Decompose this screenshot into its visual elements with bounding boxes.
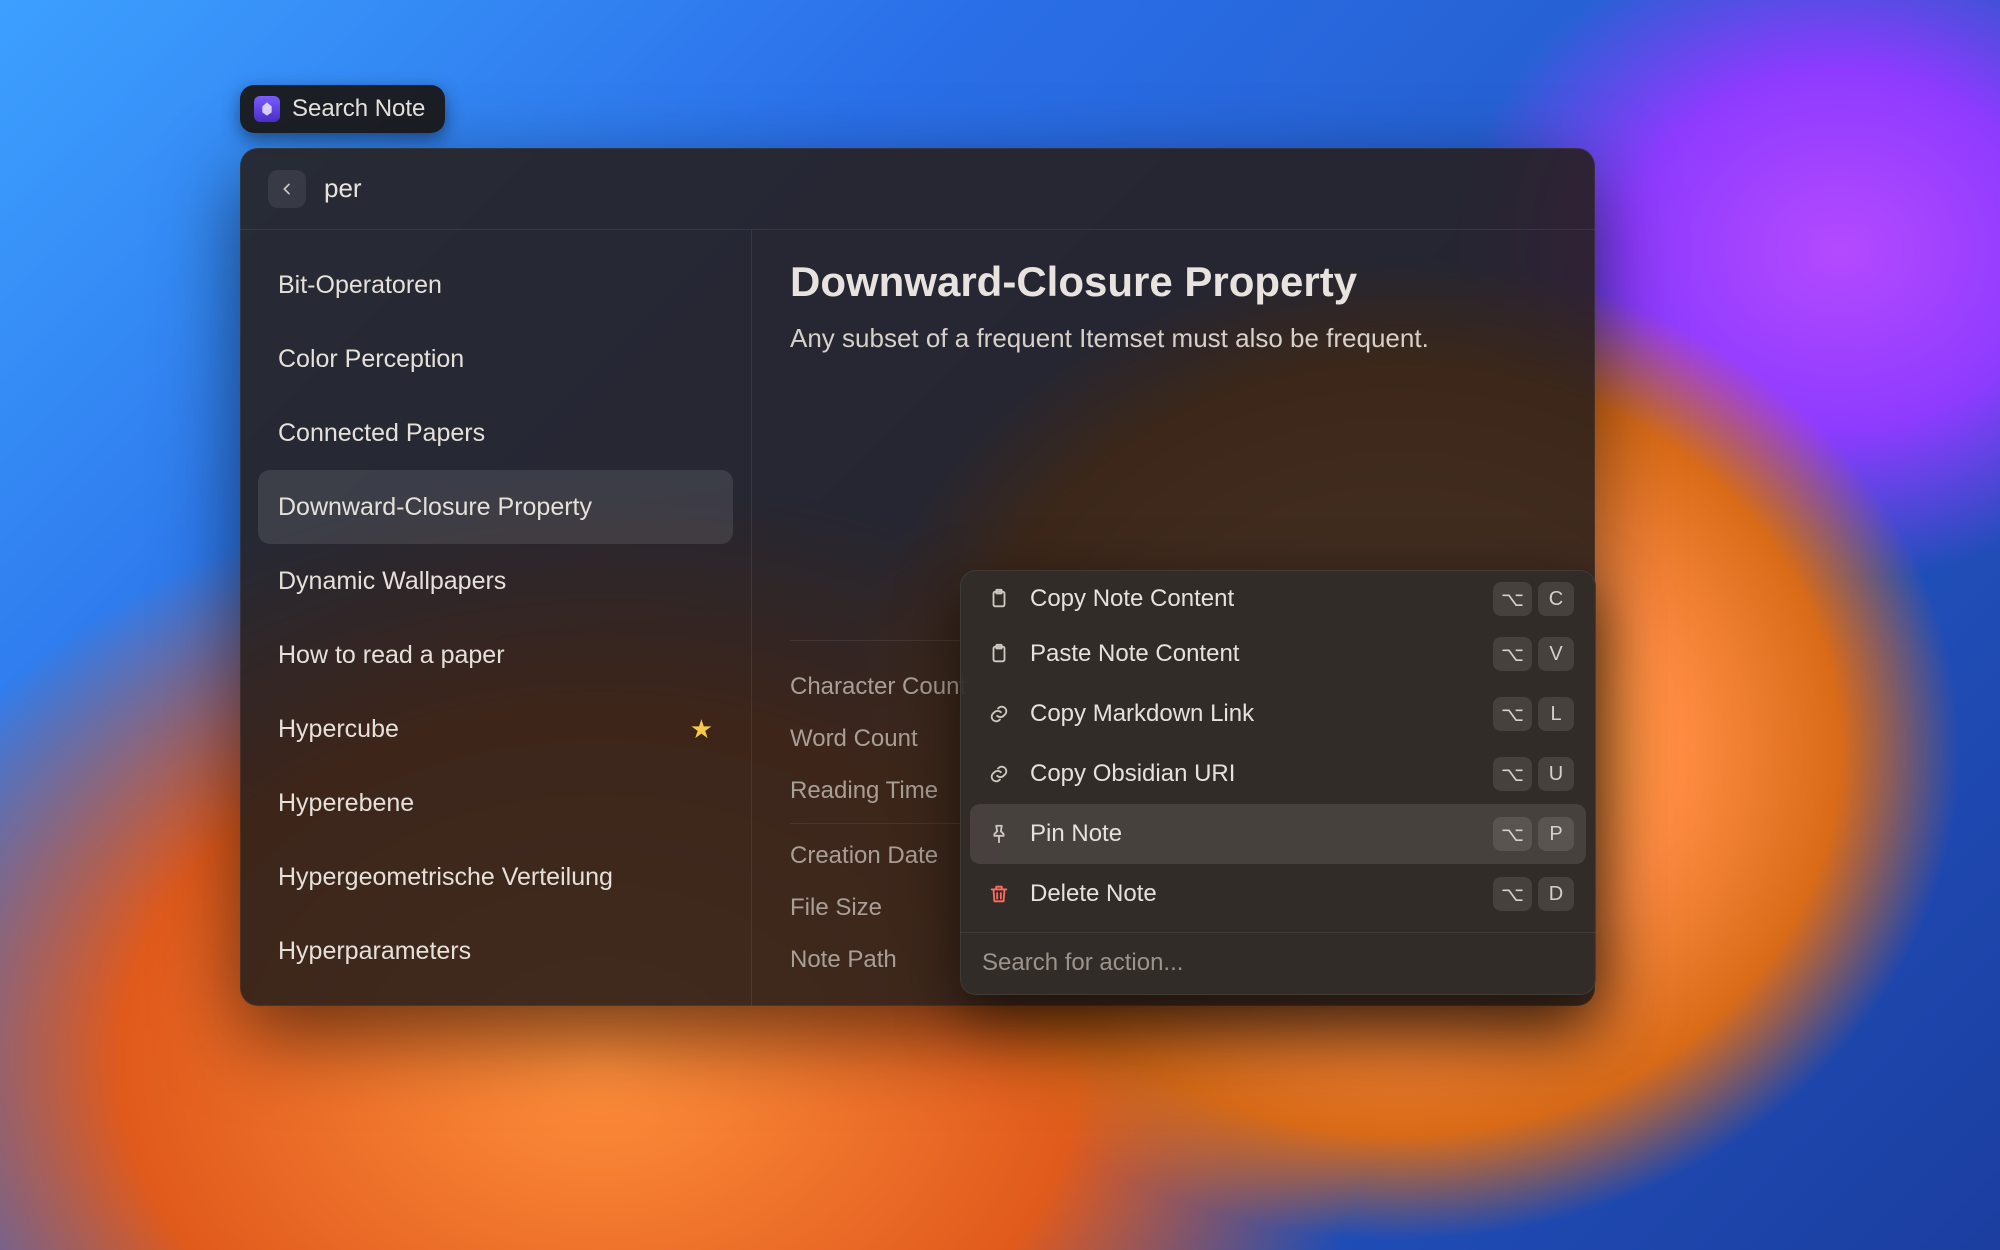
result-item-label: Bit-Operatoren xyxy=(278,271,442,300)
action-item[interactable]: Copy Note Content⌥C xyxy=(970,574,1586,624)
shortcut: ⌥U xyxy=(1493,757,1574,791)
link-icon xyxy=(982,763,1016,785)
search-input[interactable] xyxy=(324,173,1567,204)
kbd-key: P xyxy=(1538,817,1574,851)
kbd-key: U xyxy=(1538,757,1574,791)
action-item[interactable]: Copy Obsidian URI⌥U xyxy=(970,744,1586,804)
result-item[interactable]: Connected Papers xyxy=(258,396,733,470)
metadata-label: Creation Date xyxy=(790,842,938,870)
result-item[interactable]: Downward-Closure Property xyxy=(258,470,733,544)
result-item[interactable]: Bit-Operatoren xyxy=(258,248,733,322)
result-item[interactable]: Hypercube ★ xyxy=(258,692,733,766)
command-label-text: Search Note xyxy=(292,95,425,123)
metadata-label: File Size xyxy=(790,894,882,922)
action-search-row xyxy=(960,932,1596,995)
clipboard-icon xyxy=(982,588,1016,610)
kbd-key: C xyxy=(1538,582,1574,616)
result-item-label: Dynamic Wallpapers xyxy=(278,567,506,596)
action-item-label: Pin Note xyxy=(1030,820,1493,848)
action-item-label: Delete Note xyxy=(1030,880,1493,908)
kbd-modifier: ⌥ xyxy=(1493,697,1532,731)
result-item[interactable]: Hyperebene xyxy=(258,766,733,840)
result-item[interactable]: Dynamic Wallpapers xyxy=(258,544,733,618)
pin-icon xyxy=(982,823,1016,845)
shortcut: ⌥V xyxy=(1493,637,1574,671)
note-title: Downward-Closure Property xyxy=(790,258,1557,306)
shortcut: ⌥L xyxy=(1493,697,1574,731)
kbd-modifier: ⌥ xyxy=(1493,637,1532,671)
kbd-key: D xyxy=(1538,877,1574,911)
command-label: Search Note xyxy=(240,85,445,133)
kbd-modifier: ⌥ xyxy=(1493,757,1532,791)
action-search-input[interactable] xyxy=(982,949,1574,977)
metadata-label: Word Count xyxy=(790,725,918,753)
results-sidebar: Bit-Operatoren Color Perception Connected … xyxy=(240,230,752,1006)
result-item[interactable]: Hyperparameters xyxy=(258,914,733,988)
result-item-label: Hyperparameters xyxy=(278,937,471,966)
kbd-modifier: ⌥ xyxy=(1493,877,1532,911)
action-item-label: Copy Markdown Link xyxy=(1030,700,1493,728)
result-item-label: Downward-Closure Property xyxy=(278,493,592,522)
result-item-label: Hyperebene xyxy=(278,789,414,818)
kbd-key: L xyxy=(1538,697,1574,731)
action-item[interactable]: Pin Note⌥P xyxy=(970,804,1586,864)
action-item[interactable]: Delete Note⌥D xyxy=(970,864,1586,924)
result-item-label: Color Perception xyxy=(278,345,464,374)
action-item-label: Paste Note Content xyxy=(1030,640,1493,668)
search-row xyxy=(240,148,1595,230)
result-item-label: Hypercube xyxy=(278,715,399,744)
star-icon: ★ xyxy=(690,714,713,745)
action-item-label: Copy Note Content xyxy=(1030,585,1493,613)
link-icon xyxy=(982,703,1016,725)
metadata-label: Note Path xyxy=(790,946,897,974)
action-panel: Copy Note Content⌥CPaste Note Content⌥VC… xyxy=(960,570,1596,995)
result-item-label: Hypergeometrische Verteilung xyxy=(278,863,613,892)
kbd-modifier: ⌥ xyxy=(1493,582,1532,616)
chevron-left-icon xyxy=(279,181,295,197)
action-item[interactable]: Copy Markdown Link⌥L xyxy=(970,684,1586,744)
shortcut: ⌥C xyxy=(1493,582,1574,616)
clipboard-icon xyxy=(982,643,1016,665)
back-button[interactable] xyxy=(268,170,306,208)
shortcut: ⌥D xyxy=(1493,877,1574,911)
kbd-key: V xyxy=(1538,637,1574,671)
trash-icon xyxy=(982,883,1016,905)
result-item[interactable]: Hypergeometrische Verteilung xyxy=(258,840,733,914)
result-item-label: Connected Papers xyxy=(278,419,485,448)
action-item[interactable]: Paste Note Content⌥V xyxy=(970,624,1586,684)
result-item-label: How to read a paper xyxy=(278,641,505,670)
note-body: Any subset of a frequent Itemset must al… xyxy=(790,320,1557,356)
result-item[interactable]: How to read a paper xyxy=(258,618,733,692)
result-item[interactable]: Color Perception xyxy=(258,322,733,396)
kbd-modifier: ⌥ xyxy=(1493,817,1532,851)
action-item-label: Copy Obsidian URI xyxy=(1030,760,1493,788)
metadata-label: Character Count xyxy=(790,673,966,701)
shortcut: ⌥P xyxy=(1493,817,1574,851)
obsidian-app-icon xyxy=(254,96,280,122)
metadata-label: Reading Time xyxy=(790,777,938,805)
